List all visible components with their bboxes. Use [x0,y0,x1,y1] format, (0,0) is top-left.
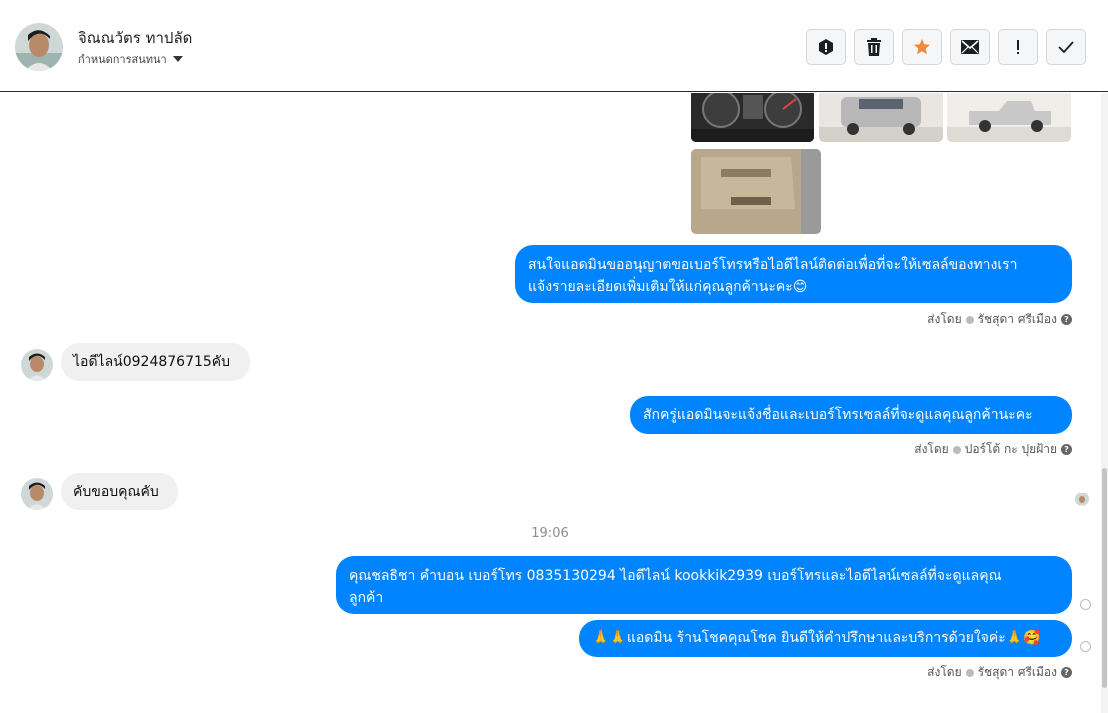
message-text: ไอดีไลน์0924876715คับ [73,354,231,370]
agent-status-icon [965,315,974,324]
message-text: ลูกค้า [349,590,384,606]
sent-by-info: ส่งโดย รัชสุดา ศรีเมือง ? [927,663,1072,682]
message-text: สักครู่แอดมินจะแจ้งชื่อและเบอร์โทรเซลล์ท… [643,407,1033,423]
delivered-check-icon [1080,641,1091,652]
contact-avatar[interactable] [15,23,63,71]
message-text: คุณชลธิชา คำบอน เบอร์โทร 0835130294 ไอดี… [349,568,1002,584]
conversation-settings-label: กำหนดการสนทนา [78,53,167,66]
help-icon[interactable]: ? [1061,667,1072,678]
photo-door-interior[interactable] [691,149,821,234]
sent-by-info: ส่งโดย ปอร์โต้ กะ ปุยฝ้าย ? [914,440,1072,459]
message-bubble-outgoing[interactable]: สักครู่แอดมินจะแจ้งชื่อและเบอร์โทรเซลล์ท… [630,396,1072,434]
message-bubble-outgoing[interactable]: สนใจแอดมินขออนุญาตขอเบอร์โทรหรือไอดีไลน์… [515,245,1072,303]
help-icon[interactable]: ? [1061,444,1072,455]
photo-truck-side[interactable] [947,93,1071,142]
sent-by-label: ส่งโดย [927,665,962,679]
contact-avatar-small[interactable] [21,349,53,381]
follow-up-button[interactable] [998,29,1038,65]
sender-name: ปอร์โต้ กะ ปุยฝ้าย [964,442,1057,456]
mail-icon [961,40,979,54]
photo-dashboard[interactable] [691,93,814,142]
caret-down-icon [172,56,183,62]
message-bubble-incoming[interactable]: ไอดีไลน์0924876715คับ [61,343,250,381]
conversation-header: จิณณวัตร ทาปลัด กำหนดการสนทนา [0,0,1108,92]
time-separator: 19:06 [531,526,569,541]
message-bubble-outgoing[interactable]: 🙏🙏แอดมิน ร้านโชคคุณโชค ยินดีให้คำปรึกษาแ… [579,620,1072,657]
agent-status-icon [952,445,961,454]
delivered-check-icon [1080,599,1091,610]
check-icon [1058,41,1074,53]
photo-truck-front[interactable] [819,93,943,142]
alert-icon [819,39,833,55]
delete-button[interactable] [854,29,894,65]
contact-name: จิณณวัตร ทาปลัด [78,29,193,47]
message-text: สนใจแอดมินขออนุญาตขอเบอร์โทรหรือไอดีไลน์… [528,257,1018,273]
message-text: แจ้งรายละเอียดเพิ่มเติมให้แก่คุณลูกค้านะ… [528,279,808,295]
mark-done-button[interactable] [1046,29,1086,65]
conversation-settings-dropdown[interactable]: กำหนดการสนทนา [78,50,183,68]
trash-icon [867,38,881,56]
message-thread[interactable]: สนใจแอดมินขออนุญาตขอเบอร์โทรหรือไอดีไลน์… [0,93,1100,713]
sender-name: รัชสุดา ศรีเมือง [977,312,1057,326]
scrollbar-thumb[interactable] [1102,468,1107,688]
message-bubble-incoming[interactable]: คับขอบคุณคับ [61,473,178,510]
sender-name: รัชสุดา ศรีเมือง [977,665,1057,679]
message-bubble-outgoing[interactable]: คุณชลธิชา คำบอน เบอร์โทร 0835130294 ไอดี… [336,556,1072,614]
help-icon[interactable]: ? [1061,314,1072,325]
mark-spam-button[interactable] [806,29,846,65]
star-icon [914,39,930,55]
sent-by-label: ส่งโดย [927,312,962,326]
sent-by-label: ส่งโดย [914,442,949,456]
star-button[interactable] [902,29,942,65]
agent-status-icon [965,668,974,677]
message-text: คับขอบคุณคับ [73,484,159,500]
exclamation-icon [1017,40,1019,54]
sent-by-info: ส่งโดย รัชสุดา ศรีเมือง ? [927,310,1072,329]
contact-avatar-small[interactable] [21,478,53,510]
mark-unread-button[interactable] [950,29,990,65]
message-text: 🙏🙏แอดมิน ร้านโชคคุณโชค ยินดีให้คำปรึกษาแ… [592,630,1041,646]
read-receipt-avatar [1075,492,1089,506]
